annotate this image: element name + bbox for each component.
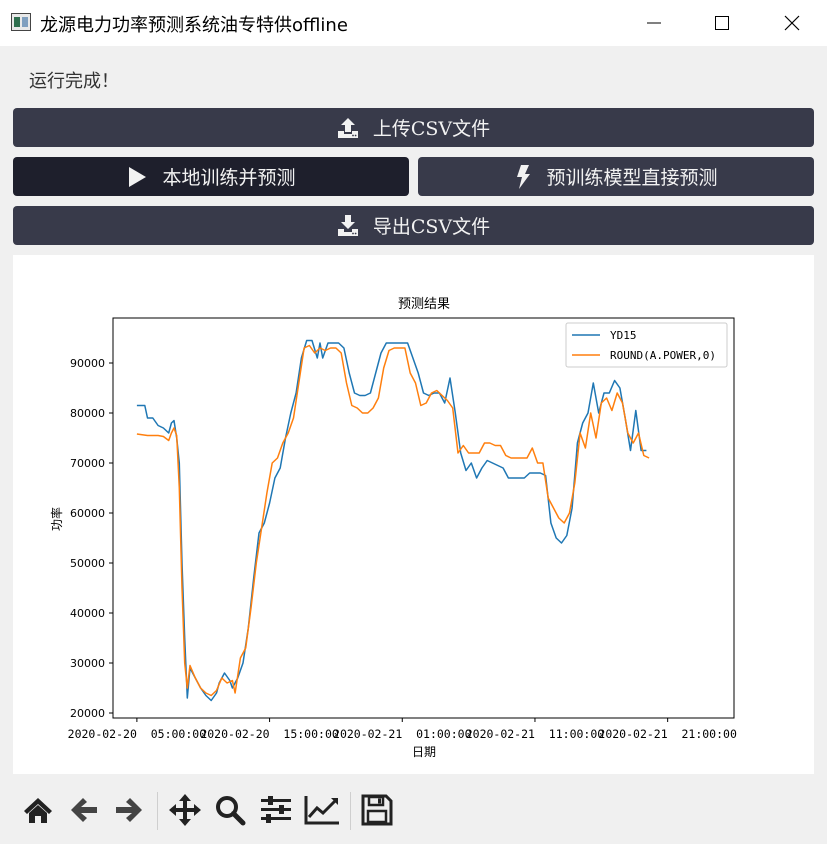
toolbar-separator (157, 792, 158, 830)
upload-csv-label: 上传CSV文件 (372, 118, 491, 140)
minimize-button[interactable] (619, 0, 689, 46)
y-tick-label: 30000 (70, 657, 105, 670)
x-tick-label: 2020-02-20 05:00:00 (68, 727, 207, 741)
legend-label-yd15: YD15 (610, 329, 637, 342)
window-title: 龙源电力功率预测系统油专特供offline (40, 15, 348, 36)
bolt-icon (514, 164, 532, 189)
x-tick-label: 2020-02-21 21:00:00 (598, 727, 737, 741)
edit-axis-icon (304, 796, 339, 825)
pan-button[interactable] (165, 792, 205, 828)
close-icon (784, 15, 800, 31)
series-line-round-power (136, 344, 650, 697)
legend-label-round-power: ROUND(A.POWER,0) (610, 349, 716, 362)
pretrained-predict-label: 预训练模型直接预测 (546, 167, 718, 189)
x-axis-label: 日期 (412, 745, 436, 759)
save-figure-button[interactable] (357, 792, 397, 828)
edit-axis-button[interactable] (302, 792, 342, 828)
app-icon (11, 13, 31, 31)
export-csv-label: 导出CSV文件 (372, 216, 491, 238)
window-titlebar: 龙源电力功率预测系统油专特供offline (0, 0, 827, 46)
minimize-icon (647, 22, 661, 24)
prediction-chart: 预测结果 日期 功率 20000 30000 40000 50000 60000 7000… (49, 297, 737, 759)
play-icon (126, 166, 148, 188)
legend: YD15 ROUND(A.POWER,0) (565, 322, 728, 368)
x-tick-label: 2020-02-20 15:00:00 (200, 727, 339, 741)
y-tick-label: 80000 (70, 407, 105, 420)
plot-canvas[interactable]: 预测结果 日期 功率 20000 30000 40000 50000 60000 7000… (13, 255, 814, 774)
export-csv-button[interactable]: 导出CSV文件 (13, 206, 814, 245)
toolbar-separator (350, 792, 351, 830)
back-button[interactable] (64, 792, 104, 828)
local-train-predict-button[interactable]: 本地训练并预测 (13, 157, 409, 196)
home-button[interactable] (18, 792, 58, 828)
plot-toolbar (0, 780, 827, 844)
upload-icon (337, 117, 359, 139)
forward-icon (116, 798, 142, 822)
local-train-predict-label: 本地训练并预测 (162, 167, 296, 189)
chart-title: 预测结果 (398, 297, 450, 312)
series-line-yd15 (136, 339, 647, 702)
configure-subplots-button[interactable] (256, 792, 296, 828)
zoom-button[interactable] (210, 792, 250, 828)
forward-button[interactable] (109, 792, 149, 828)
y-tick-label: 70000 (70, 457, 105, 470)
status-label: 运行完成！ (29, 71, 119, 92)
y-tick-label: 20000 (70, 707, 105, 720)
y-tick-label: 50000 (70, 557, 105, 570)
maximize-icon (715, 16, 729, 30)
back-icon (71, 798, 97, 822)
pretrained-predict-button[interactable]: 预训练模型直接预测 (418, 157, 814, 196)
y-tick-label: 60000 (70, 507, 105, 520)
download-icon (337, 214, 359, 237)
x-tick-label: 2020-02-21 01:00:00 (333, 727, 472, 741)
y-axis-label: 功率 (49, 507, 64, 531)
close-button[interactable] (757, 0, 827, 46)
x-tick-label: 2020-02-21 11:00:00 (466, 727, 605, 741)
pan-icon (169, 794, 201, 826)
y-tick-label: 40000 (70, 607, 105, 620)
zoom-icon (216, 796, 246, 826)
y-tick-label: 90000 (70, 357, 105, 370)
upload-csv-button[interactable]: 上传CSV文件 (13, 108, 814, 147)
plot-frame (112, 317, 735, 719)
home-icon (24, 798, 52, 823)
save-icon (361, 794, 393, 826)
configure-subplots-icon (261, 796, 291, 823)
maximize-button[interactable] (687, 0, 757, 46)
